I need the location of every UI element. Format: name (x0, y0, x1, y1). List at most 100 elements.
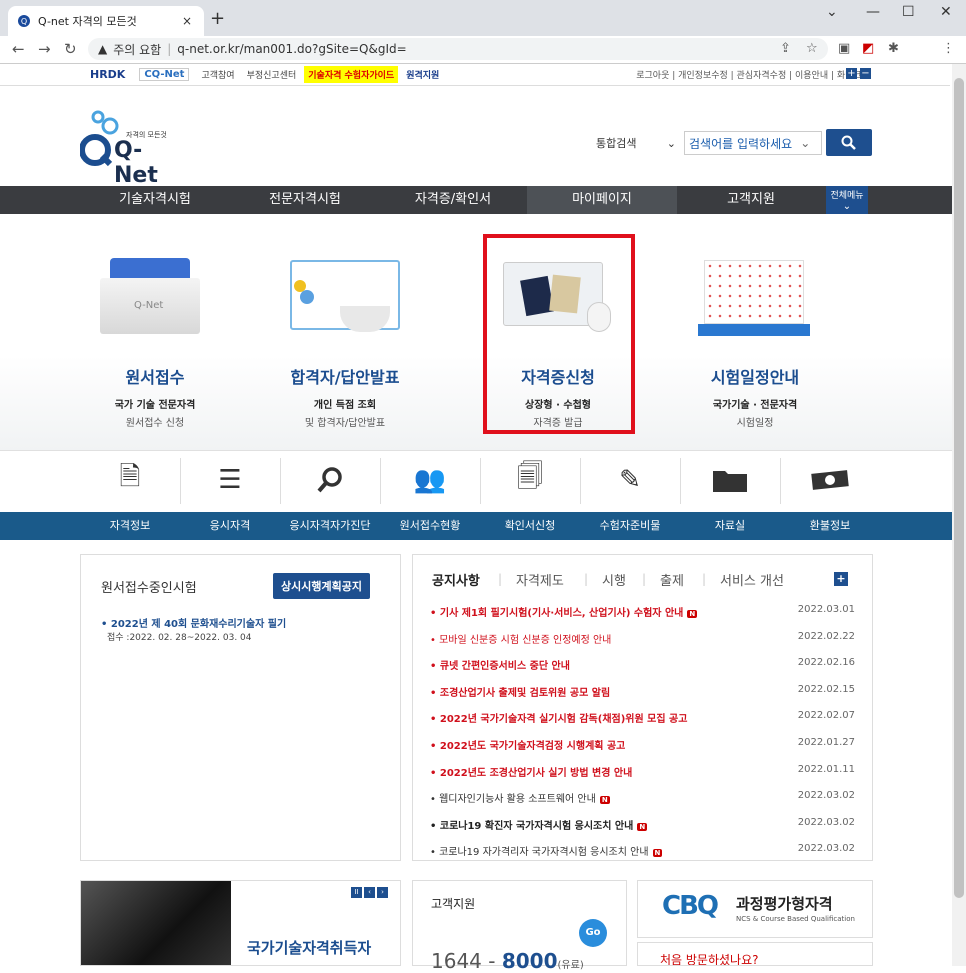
phone-prefix: 1644 (431, 949, 482, 973)
schedule-notice-button[interactable]: 상시시행계획공지 (273, 573, 370, 599)
menu-icon[interactable]: ⋮ (942, 41, 955, 56)
bullet: • (430, 820, 440, 832)
util-link-report[interactable]: 부정신고센터 (247, 68, 297, 81)
search-input[interactable]: 검색어를 입력하세요 ⌄ (684, 131, 822, 155)
hero-card-schedule[interactable]: 시험일정안내 국가기술 · 전문자격 시험일정 (655, 240, 855, 429)
magnifier-icon[interactable] (280, 458, 380, 502)
search-category-value: 통합검색 (596, 137, 637, 150)
notice-row[interactable]: • 코로나19 자가격리자 국가자격시험 응시조치 안내 N 2022.03.02 (430, 843, 855, 858)
quick-confirmation[interactable]: 확인서신청 (480, 512, 580, 540)
scrollbar-thumb[interactable] (954, 78, 964, 898)
extension-icon[interactable]: ▣ (838, 41, 850, 56)
zoom-out-button[interactable]: − (860, 68, 871, 79)
tab-question[interactable]: 출제 (660, 570, 684, 589)
puzzle-icon[interactable]: ✱ (888, 41, 899, 56)
first-visit-banner[interactable]: 처음 방문하셨나요? (637, 942, 873, 966)
notice-row[interactable]: • 웹디자인기능사 활용 소프트웨어 안내 N 2022.03.02 (430, 790, 855, 805)
notice-row[interactable]: • 큐넷 간편인증서비스 중단 안내 2022.02.16 (430, 657, 855, 672)
util-link-remote[interactable]: 원격지원 (406, 68, 439, 81)
share-icon[interactable]: ⇪ (780, 41, 791, 56)
hero-title: 시험일정안내 (710, 368, 800, 387)
maximize-button[interactable]: ☐ (902, 4, 915, 20)
all-menu-button[interactable]: 전체메뉴 ⌄ (826, 186, 868, 214)
tab-close-icon[interactable]: × (182, 14, 192, 28)
money-icon[interactable] (780, 458, 880, 502)
tab-system[interactable]: 자격제도 (516, 570, 564, 589)
quick-archive[interactable]: 자료실 (680, 512, 780, 540)
new-badge: N (652, 849, 663, 858)
divider (680, 458, 681, 504)
people-group-icon[interactable]: 👥 (380, 458, 480, 502)
back-icon[interactable]: ← (12, 40, 25, 58)
hrdk-logo[interactable]: HRDK (90, 68, 125, 81)
warning-icon: ▲ (98, 42, 108, 56)
flag-extension-icon[interactable]: ◩ (862, 41, 874, 56)
document-edit-icon[interactable]: 🗐 (480, 458, 580, 502)
quick-supplies[interactable]: 수험자준비물 (580, 512, 680, 540)
cbq-banner[interactable]: CBQ 과정평가형자격 NCS & Course Based Qualifica… (637, 880, 873, 938)
go-button[interactable]: Go (579, 919, 607, 947)
browser-tab[interactable]: Q Q-net 자격의 모든것 × (8, 6, 204, 36)
quick-eligibility[interactable]: 응시자격 (180, 512, 280, 540)
zoom-in-button[interactable]: + (846, 68, 857, 79)
notice-row[interactable]: • 2022년도 국가기술자격검정 시행계획 공고 2022.01.27 (430, 737, 855, 752)
minimize-button[interactable]: — (866, 4, 880, 20)
divider (480, 458, 481, 504)
notice-date: 2022.01.27 (797, 737, 855, 748)
notice-date: 2022.02.22 (797, 630, 855, 642)
document-info-icon[interactable]: 🗎 (80, 458, 180, 502)
cq-net-logo[interactable]: CQ-Net (139, 68, 190, 81)
highlight-box (483, 234, 635, 434)
notice-row[interactable]: • 2022년도 조경산업기사 실기 방법 변경 안내 2022.01.11 (430, 764, 855, 779)
more-plus-button[interactable]: + (834, 572, 848, 586)
close-window-button[interactable]: ✕ (940, 4, 952, 20)
hero-card-results[interactable]: 합격자/답안발표 개인 득점 조회 및 합격자/답안발표 (245, 240, 445, 429)
qnet-logo[interactable]: 자격의 모든것 Q-Net (79, 108, 180, 188)
util-account-links[interactable]: 로그아웃 | 개인정보수정 | 관심자격수정 | 이용안내 | 화면크기 (636, 68, 870, 81)
tab-service[interactable]: 서비스 개선 (720, 570, 784, 589)
util-link-participation[interactable]: 고객참여 (201, 68, 234, 81)
search-button[interactable] (826, 129, 872, 156)
tab-search-icon[interactable]: ⌄ (826, 4, 838, 20)
notice-row[interactable]: • 조경산업기사 출제및 검토위원 공모 알림 2022.02.15 (430, 684, 855, 699)
browser-illustration-icon (280, 250, 410, 356)
pause-icon[interactable]: II (351, 887, 362, 898)
url-field[interactable]: ▲ 주의 요함 | q-net.or.kr/man001.do?gSite=Q&… (88, 38, 828, 60)
notice-row[interactable]: • 2022년 국가기술자격 실기시험 감독(채점)위원 모집 공고 2022.0… (430, 710, 855, 725)
notice-title: • 2022년도 국가기술자격검정 시행계획 공고 (430, 737, 795, 752)
nav-tech-exam[interactable]: 기술자격시험 (80, 186, 230, 214)
nav-certificate[interactable]: 자격증/확인서 (378, 186, 528, 214)
notice-row[interactable]: • 기사 제1회 필기시험(기사·서비스, 산업기사) 수험자 안내 N 2022.… (430, 604, 855, 619)
next-icon[interactable]: › (377, 887, 388, 898)
quick-self-check[interactable]: 응시자격자가진단 (280, 512, 380, 540)
notice-row[interactable]: • 모바일 신분증 시험 신분증 인정예정 안내 2022.02.22 (430, 631, 855, 646)
exam-item-link[interactable]: • 2022년 제 40회 문화재수리기술자 필기 (101, 615, 286, 630)
divider (580, 458, 581, 504)
notice-row[interactable]: • 코로나19 확진자 국가자격시험 응시조치 안내 N 2022.03.02 (430, 817, 855, 832)
all-menu-label: 전체메뉴 (830, 191, 864, 201)
notice-title: • 2022년 국가기술자격 실기시험 감독(채점)위원 모집 공고 (430, 710, 795, 725)
quick-cert-info[interactable]: 자격정보 (80, 512, 180, 540)
nav-mypage[interactable]: 마이페이지 (527, 186, 677, 214)
bookmark-star-icon[interactable]: ☆ (806, 41, 818, 56)
hero-card-application[interactable]: Q-Net 원서접수 국가 기술 전문자격 원서접수 신청 (55, 240, 255, 429)
folder-icon[interactable] (680, 458, 780, 502)
nav-pro-exam[interactable]: 전문자격시험 (230, 186, 380, 214)
notice-date: 2022.02.15 (797, 683, 855, 695)
tab-exam[interactable]: 시행 (602, 570, 626, 589)
prev-icon[interactable]: ‹ (364, 887, 375, 898)
new-tab-button[interactable]: + (210, 8, 225, 29)
logo-text: Q-Net (114, 138, 158, 188)
reload-icon[interactable]: ↻ (64, 40, 77, 58)
promo-banner[interactable]: II ‹ › 국가기술자격취득자 (80, 880, 401, 966)
util-link-guide[interactable]: 기술자격 수험자가이드 (304, 66, 399, 83)
notice-date: 2022.02.16 (797, 657, 855, 669)
search-category-select[interactable]: 통합검색 ⌄ (590, 131, 684, 155)
quick-application-status[interactable]: 원서접수현황 (380, 512, 480, 540)
pencil-icon[interactable]: ✎ (580, 458, 680, 502)
checklist-icon[interactable]: ☰ (180, 458, 280, 502)
nav-support[interactable]: 고객지원 (676, 186, 826, 214)
tab-notice[interactable]: 공지사항 (432, 570, 480, 589)
quick-refund[interactable]: 환불정보 (780, 512, 880, 540)
forward-icon[interactable]: → (38, 40, 51, 58)
